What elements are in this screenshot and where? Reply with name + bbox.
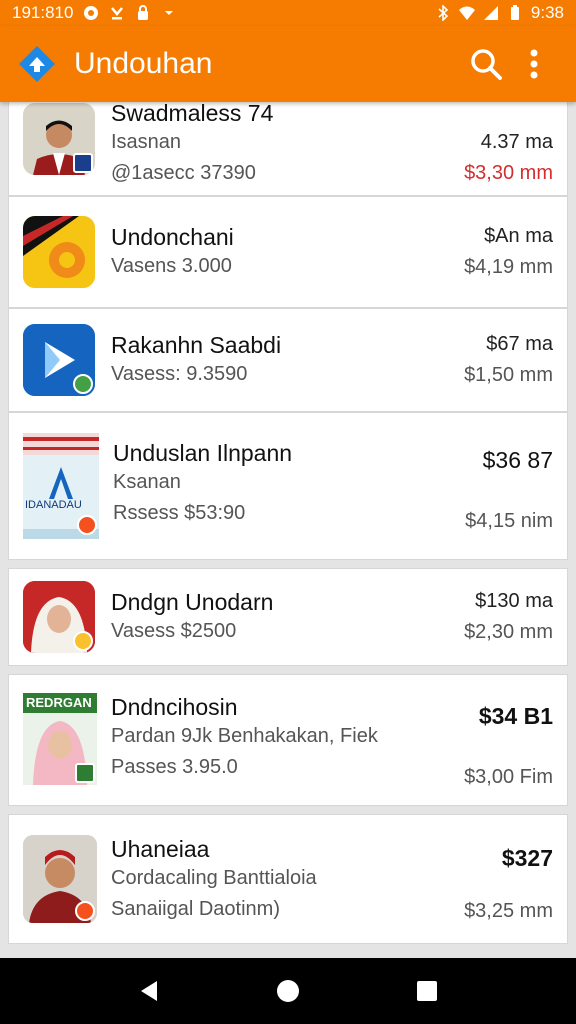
item-price-2: $3,25 mm — [464, 900, 553, 922]
more-options-button[interactable] — [510, 40, 558, 88]
recents-button[interactable] — [403, 967, 451, 1015]
item-title: Undonchani — [111, 223, 234, 250]
status-time: 9:38 — [530, 3, 564, 22]
app-logo-icon — [19, 46, 55, 82]
item-line-2: Ksanan — [113, 471, 181, 493]
signal-icon — [483, 6, 498, 20]
thumbnail: REDRGAN — [23, 693, 97, 785]
back-button[interactable] — [125, 967, 173, 1015]
app-title: Undouhan — [74, 47, 213, 80]
app-icon — [23, 216, 95, 288]
thumbnail — [23, 581, 95, 653]
list-item[interactable]: Dndgn Unodarn Vasess $2500 $130 ma $2,30… — [8, 568, 568, 666]
check-badge-icon — [73, 374, 93, 394]
bluetooth-icon — [438, 5, 449, 21]
item-price-1: $327 — [501, 845, 553, 871]
thumbnail: IDANADAU — [23, 433, 99, 539]
badge-icon — [73, 631, 93, 651]
wifi-icon — [458, 6, 475, 20]
item-line-2: Vasens 3.000 — [111, 254, 232, 277]
list-item[interactable]: Undonchani Vasens 3.000 $An ma $4,19 mm — [8, 196, 568, 308]
thumbnail — [23, 835, 97, 923]
item-title: Rakanhn Saabdi — [111, 331, 282, 358]
item-price-1: $An ma — [484, 225, 553, 247]
notification-icon — [84, 6, 99, 20]
recents-icon — [416, 981, 437, 1001]
back-icon — [141, 981, 158, 1001]
item-price-2: $3,00 Fim — [464, 766, 553, 788]
item-price-2: $4,15 nim — [465, 510, 553, 532]
thumbnail — [23, 324, 95, 396]
home-button[interactable] — [264, 967, 312, 1015]
battery-icon — [510, 5, 519, 20]
search-button[interactable] — [462, 40, 510, 88]
item-price-2: $4,19 mm — [464, 256, 553, 278]
list-item[interactable]: Swadmaless 74 Isasnan @1asecc 37390 4.37… — [8, 102, 568, 196]
status-bar: 191:810 9:38 — [0, 0, 576, 26]
thumbnail — [23, 103, 95, 175]
item-title: Swadmaless 74 — [111, 102, 274, 126]
item-price-2: $3,30 mm — [464, 162, 553, 184]
thumb-caption: IDANADAU — [25, 499, 82, 511]
item-price-1: 4.37 ma — [480, 131, 553, 153]
list-item[interactable]: Uhaneiaa Cordacaling Banttialoia Sanaiig… — [8, 814, 568, 944]
item-title: Unduslan Ilnpann — [113, 440, 293, 466]
item-line-3: @1asecc 37390 — [111, 162, 256, 184]
app-bar: Undouhan — [0, 26, 576, 102]
item-line-2: Vasess: 9.3590 — [111, 362, 248, 385]
list-item[interactable]: Rakanhn Saabdi Vasess: 9.3590 $67 ma $1,… — [8, 308, 568, 412]
list-item[interactable]: REDRGAN Dndncihosin Pardan 9Jk Benhakaka… — [8, 674, 568, 806]
item-price-1: $130 ma — [475, 590, 553, 612]
thumb-caption: REDRGAN — [26, 695, 92, 710]
item-price-2: $2,30 mm — [464, 621, 553, 643]
badge-icon — [77, 515, 97, 535]
item-price-1: $67 ma — [486, 333, 553, 355]
item-line-3: Rssess $53:90 — [113, 502, 246, 524]
more-vert-icon — [530, 49, 538, 79]
status-left-text: 191:810 — [12, 3, 74, 22]
download-list[interactable]: Swadmaless 74 Isasnan @1asecc 37390 4.37… — [8, 102, 568, 958]
item-title: Dndgn Unodarn — [111, 588, 274, 615]
badge-icon — [75, 901, 95, 921]
thumbnail — [23, 216, 95, 288]
navigation-bar — [0, 958, 576, 1024]
badge-icon — [73, 153, 93, 173]
item-price-2: $1,50 mm — [464, 364, 553, 386]
item-line-2: Isasnan — [111, 131, 182, 153]
list-item[interactable]: IDANADAU Unduslan Ilnpann Ksanan Rssess … — [8, 412, 568, 560]
download-icon — [111, 7, 124, 20]
dropdown-icon — [165, 11, 174, 15]
search-icon — [471, 49, 502, 80]
item-line-2: Vasess $2500 — [111, 619, 237, 642]
item-price-1: $36 87 — [482, 447, 553, 473]
lock-icon — [138, 5, 149, 20]
badge-icon — [75, 763, 95, 783]
item-price-1: $34 B1 — [478, 703, 553, 729]
home-icon — [276, 980, 299, 1002]
